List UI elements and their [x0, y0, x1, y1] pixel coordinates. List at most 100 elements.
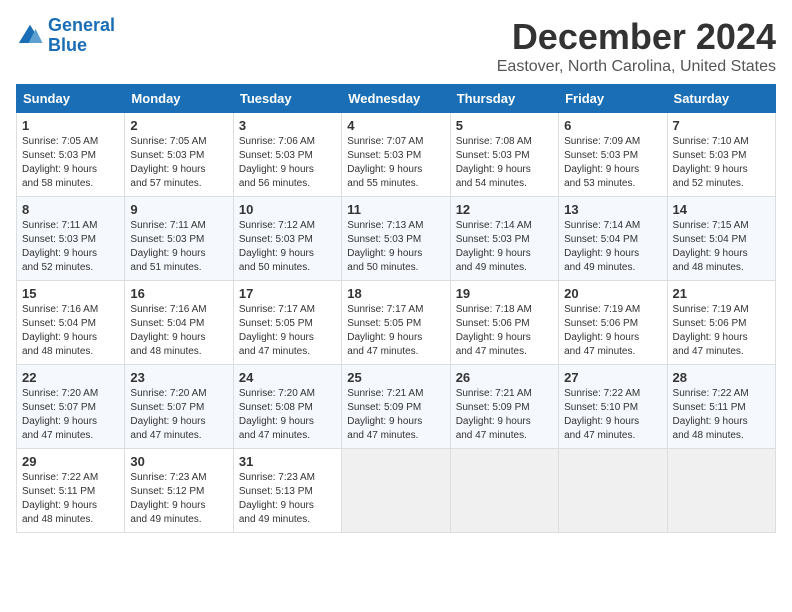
calendar-cell	[667, 449, 775, 533]
day-detail: Sunrise: 7:13 AM Sunset: 5:03 PM Dayligh…	[347, 219, 444, 275]
calendar-cell: 4 Sunrise: 7:07 AM Sunset: 5:03 PM Daylig…	[342, 113, 450, 197]
day-number: 20	[564, 286, 661, 301]
calendar-cell: 30Sunrise: 7:23 AM Sunset: 5:12 PM Dayli…	[125, 449, 233, 533]
day-number: 31	[239, 454, 336, 469]
day-detail: Sunrise: 7:17 AM Sunset: 5:05 PM Dayligh…	[347, 303, 444, 359]
calendar-cell: 12 Sunrise: 7:14 AM Sunset: 5:03 PM Dayli…	[450, 197, 558, 281]
calendar-cell: 22 Sunrise: 7:20 AM Sunset: 5:07 PM Dayli…	[17, 365, 125, 449]
calendar-cell: 23 Sunrise: 7:20 AM Sunset: 5:07 PM Dayli…	[125, 365, 233, 449]
day-number: 12	[456, 202, 553, 217]
day-number: 3	[239, 118, 336, 133]
column-header-tuesday: Tuesday	[233, 85, 341, 113]
page-header: General Blue December 2024 Eastover, Nor…	[16, 16, 776, 76]
calendar-cell: 27 Sunrise: 7:22 AM Sunset: 5:10 PM Dayli…	[559, 365, 667, 449]
day-detail: Sunrise: 7:17 AM Sunset: 5:05 PM Dayligh…	[239, 303, 336, 359]
day-detail: Sunrise: 7:22 AM Sunset: 5:11 PM Dayligh…	[673, 387, 770, 443]
day-number: 13	[564, 202, 661, 217]
day-detail: Sunrise: 7:16 AM Sunset: 5:04 PM Dayligh…	[130, 303, 227, 359]
calendar-cell	[450, 449, 558, 533]
logo: General Blue	[16, 16, 115, 56]
calendar-cell: 5Sunrise: 7:08 AM Sunset: 5:03 PM Daylig…	[450, 113, 558, 197]
day-detail: Sunrise: 7:14 AM Sunset: 5:03 PM Dayligh…	[456, 219, 553, 275]
day-detail: Sunrise: 7:09 AM Sunset: 5:03 PM Dayligh…	[564, 135, 661, 191]
day-number: 26	[456, 370, 553, 385]
day-detail: Sunrise: 7:20 AM Sunset: 5:07 PM Dayligh…	[130, 387, 227, 443]
logo-line2: Blue	[48, 35, 87, 55]
day-number: 19	[456, 286, 553, 301]
day-detail: Sunrise: 7:11 AM Sunset: 5:03 PM Dayligh…	[22, 219, 119, 275]
day-detail: Sunrise: 7:16 AM Sunset: 5:04 PM Dayligh…	[22, 303, 119, 359]
calendar-cell: 15Sunrise: 7:16 AM Sunset: 5:04 PM Dayli…	[17, 281, 125, 365]
day-detail: Sunrise: 7:07 AM Sunset: 5:03 PM Dayligh…	[347, 135, 444, 191]
title-block: December 2024 Eastover, North Carolina, …	[497, 16, 776, 76]
calendar-cell: 8Sunrise: 7:11 AM Sunset: 5:03 PM Daylig…	[17, 197, 125, 281]
calendar-cell: 10Sunrise: 7:12 AM Sunset: 5:03 PM Dayli…	[233, 197, 341, 281]
day-number: 6	[564, 118, 661, 133]
calendar-week-5: 29Sunrise: 7:22 AM Sunset: 5:11 PM Dayli…	[17, 449, 776, 533]
calendar-cell: 6 Sunrise: 7:09 AM Sunset: 5:03 PM Daylig…	[559, 113, 667, 197]
day-number: 27	[564, 370, 661, 385]
calendar-cell: 17 Sunrise: 7:17 AM Sunset: 5:05 PM Dayli…	[233, 281, 341, 365]
day-number: 16	[130, 286, 227, 301]
calendar-cell: 26 Sunrise: 7:21 AM Sunset: 5:09 PM Dayli…	[450, 365, 558, 449]
calendar-cell: 2 Sunrise: 7:05 AM Sunset: 5:03 PM Daylig…	[125, 113, 233, 197]
calendar-cell: 16 Sunrise: 7:16 AM Sunset: 5:04 PM Dayli…	[125, 281, 233, 365]
logo-text: General Blue	[48, 16, 115, 56]
calendar-cell: 1Sunrise: 7:05 AM Sunset: 5:03 PM Daylig…	[17, 113, 125, 197]
day-number: 25	[347, 370, 444, 385]
day-detail: Sunrise: 7:22 AM Sunset: 5:10 PM Dayligh…	[564, 387, 661, 443]
day-number: 30	[130, 454, 227, 469]
day-detail: Sunrise: 7:19 AM Sunset: 5:06 PM Dayligh…	[564, 303, 661, 359]
day-detail: Sunrise: 7:21 AM Sunset: 5:09 PM Dayligh…	[456, 387, 553, 443]
day-number: 29	[22, 454, 119, 469]
calendar-cell: 24Sunrise: 7:20 AM Sunset: 5:08 PM Dayli…	[233, 365, 341, 449]
calendar-cell: 28 Sunrise: 7:22 AM Sunset: 5:11 PM Dayli…	[667, 365, 775, 449]
calendar-table: SundayMondayTuesdayWednesdayThursdayFrid…	[16, 84, 776, 533]
logo-line1: General	[48, 15, 115, 35]
calendar-cell: 14 Sunrise: 7:15 AM Sunset: 5:04 PM Dayli…	[667, 197, 775, 281]
column-header-saturday: Saturday	[667, 85, 775, 113]
day-number: 7	[673, 118, 770, 133]
day-number: 23	[130, 370, 227, 385]
day-number: 4	[347, 118, 444, 133]
calendar-cell	[559, 449, 667, 533]
page-subtitle: Eastover, North Carolina, United States	[497, 58, 776, 76]
calendar-week-3: 15Sunrise: 7:16 AM Sunset: 5:04 PM Dayli…	[17, 281, 776, 365]
calendar-cell: 19 Sunrise: 7:18 AM Sunset: 5:06 PM Dayli…	[450, 281, 558, 365]
calendar-header-row: SundayMondayTuesdayWednesdayThursdayFrid…	[17, 85, 776, 113]
day-detail: Sunrise: 7:12 AM Sunset: 5:03 PM Dayligh…	[239, 219, 336, 275]
day-number: 24	[239, 370, 336, 385]
column-header-friday: Friday	[559, 85, 667, 113]
calendar-cell: 7 Sunrise: 7:10 AM Sunset: 5:03 PM Daylig…	[667, 113, 775, 197]
day-detail: Sunrise: 7:21 AM Sunset: 5:09 PM Dayligh…	[347, 387, 444, 443]
calendar-week-2: 8Sunrise: 7:11 AM Sunset: 5:03 PM Daylig…	[17, 197, 776, 281]
calendar-cell: 29Sunrise: 7:22 AM Sunset: 5:11 PM Dayli…	[17, 449, 125, 533]
day-number: 14	[673, 202, 770, 217]
calendar-cell: 13 Sunrise: 7:14 AM Sunset: 5:04 PM Dayli…	[559, 197, 667, 281]
logo-icon	[16, 22, 44, 50]
calendar-cell: 21 Sunrise: 7:19 AM Sunset: 5:06 PM Dayli…	[667, 281, 775, 365]
day-number: 17	[239, 286, 336, 301]
calendar-cell: 20 Sunrise: 7:19 AM Sunset: 5:06 PM Dayli…	[559, 281, 667, 365]
day-detail: Sunrise: 7:10 AM Sunset: 5:03 PM Dayligh…	[673, 135, 770, 191]
day-detail: Sunrise: 7:11 AM Sunset: 5:03 PM Dayligh…	[130, 219, 227, 275]
day-detail: Sunrise: 7:20 AM Sunset: 5:07 PM Dayligh…	[22, 387, 119, 443]
calendar-cell: 18 Sunrise: 7:17 AM Sunset: 5:05 PM Dayli…	[342, 281, 450, 365]
day-detail: Sunrise: 7:15 AM Sunset: 5:04 PM Dayligh…	[673, 219, 770, 275]
day-number: 2	[130, 118, 227, 133]
day-detail: Sunrise: 7:14 AM Sunset: 5:04 PM Dayligh…	[564, 219, 661, 275]
day-number: 18	[347, 286, 444, 301]
calendar-week-1: 1Sunrise: 7:05 AM Sunset: 5:03 PM Daylig…	[17, 113, 776, 197]
day-detail: Sunrise: 7:06 AM Sunset: 5:03 PM Dayligh…	[239, 135, 336, 191]
day-number: 28	[673, 370, 770, 385]
day-detail: Sunrise: 7:05 AM Sunset: 5:03 PM Dayligh…	[130, 135, 227, 191]
calendar-cell: 9Sunrise: 7:11 AM Sunset: 5:03 PM Daylig…	[125, 197, 233, 281]
day-number: 5	[456, 118, 553, 133]
day-detail: Sunrise: 7:05 AM Sunset: 5:03 PM Dayligh…	[22, 135, 119, 191]
day-detail: Sunrise: 7:18 AM Sunset: 5:06 PM Dayligh…	[456, 303, 553, 359]
calendar-cell: 25 Sunrise: 7:21 AM Sunset: 5:09 PM Dayli…	[342, 365, 450, 449]
day-number: 22	[22, 370, 119, 385]
day-number: 21	[673, 286, 770, 301]
column-header-monday: Monday	[125, 85, 233, 113]
day-detail: Sunrise: 7:19 AM Sunset: 5:06 PM Dayligh…	[673, 303, 770, 359]
